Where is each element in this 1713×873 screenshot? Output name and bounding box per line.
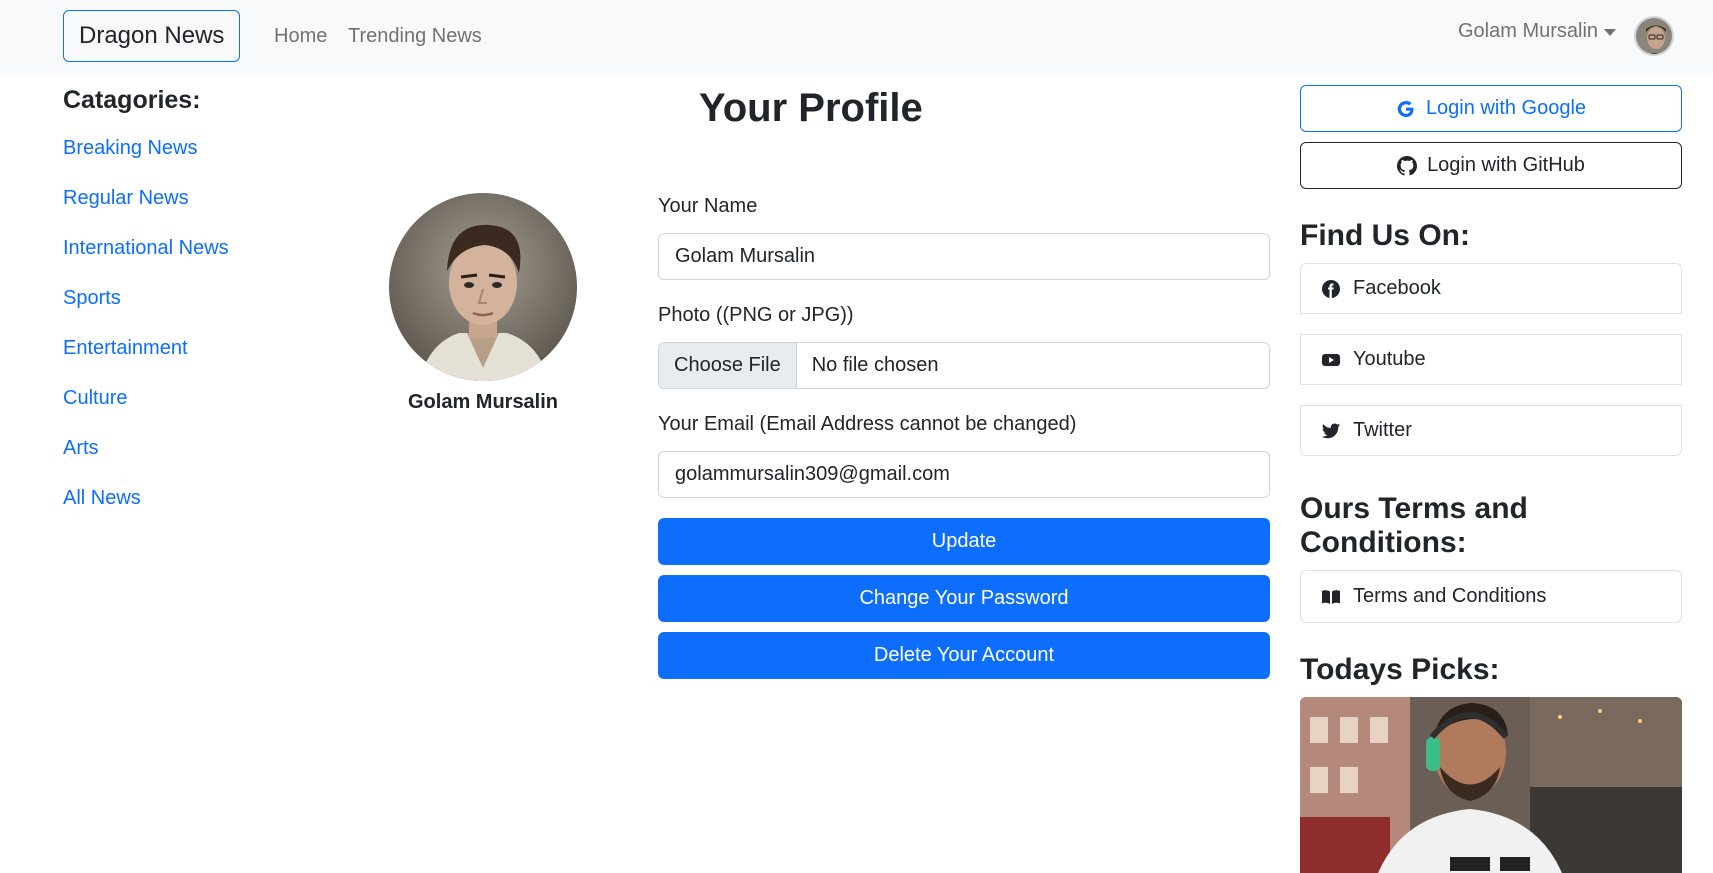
avatar[interactable] xyxy=(1634,16,1674,56)
category-culture[interactable]: Culture xyxy=(63,387,229,437)
profile-photo xyxy=(389,193,577,381)
category-breaking-news[interactable]: Breaking News xyxy=(63,137,229,187)
social-list: Facebook Youtube Twitter xyxy=(1300,263,1682,456)
login-github-button[interactable]: Login with GitHub xyxy=(1300,142,1682,189)
find-us-title: Find Us On: xyxy=(1300,219,1470,252)
terms-list: Terms and Conditions xyxy=(1300,570,1682,623)
choose-file-button[interactable]: Choose File xyxy=(659,343,797,388)
profile-form: Your Name Golam Mursalin Photo ((PNG or … xyxy=(658,195,1270,689)
right-sidebar: Login with Google Login with GitHub Find… xyxy=(1300,85,1682,873)
twitter-icon xyxy=(1321,421,1341,441)
photo-file-input[interactable]: Choose File No file chosen xyxy=(658,342,1270,389)
social-twitter-label: Twitter xyxy=(1353,419,1412,441)
social-youtube-label: Youtube xyxy=(1353,348,1426,370)
change-password-button[interactable]: Change Your Password xyxy=(658,575,1270,622)
social-facebook[interactable]: Facebook xyxy=(1300,263,1682,314)
categories-list: Breaking News Regular News International… xyxy=(63,137,229,537)
user-dropdown[interactable]: Golam Mursalin xyxy=(1458,20,1617,43)
category-international-news[interactable]: International News xyxy=(63,237,229,287)
todays-picks-title: Todays Picks: xyxy=(1300,653,1500,686)
youtube-icon xyxy=(1321,350,1341,370)
terms-link[interactable]: Terms and Conditions xyxy=(1301,571,1681,622)
todays-picks-image[interactable] xyxy=(1300,697,1682,873)
caret-down-icon xyxy=(1604,29,1617,36)
nav-home-link[interactable]: Home xyxy=(274,25,327,48)
social-twitter[interactable]: Twitter xyxy=(1300,405,1682,456)
delete-account-button[interactable]: Delete Your Account xyxy=(658,632,1270,679)
update-button[interactable]: Update xyxy=(658,518,1270,565)
login-github-label: Login with GitHub xyxy=(1427,154,1585,176)
page-title: Your Profile xyxy=(699,86,923,130)
category-regular-news[interactable]: Regular News xyxy=(63,187,229,237)
name-input[interactable]: Golam Mursalin xyxy=(658,233,1270,280)
terms-title: Ours Terms and Conditions: xyxy=(1300,492,1528,559)
social-facebook-label: Facebook xyxy=(1353,277,1441,299)
category-all-news[interactable]: All News xyxy=(63,487,229,537)
navbar: Dragon News Home Trending News Golam Mur… xyxy=(0,0,1713,75)
file-status: No file chosen xyxy=(811,354,939,376)
nav-trending-link[interactable]: Trending News xyxy=(348,25,482,48)
brand-link[interactable]: Dragon News xyxy=(63,10,241,62)
category-sports[interactable]: Sports xyxy=(63,287,229,337)
email-input[interactable]: golammursalin309@gmail.com xyxy=(658,451,1270,498)
social-youtube[interactable]: Youtube xyxy=(1300,334,1682,385)
login-google-button[interactable]: Login with Google xyxy=(1300,85,1682,132)
login-google-label: Login with Google xyxy=(1425,97,1587,119)
book-icon xyxy=(1321,587,1341,607)
category-entertainment[interactable]: Entertainment xyxy=(63,337,229,387)
profile-name: Golam Mursalin xyxy=(407,391,559,413)
user-name: Golam Mursalin xyxy=(1458,20,1599,42)
google-icon xyxy=(1396,99,1416,119)
email-label: Your Email (Email Address cannot be chan… xyxy=(658,413,1077,435)
terms-label: Terms and Conditions xyxy=(1353,585,1547,607)
photo-label: Photo ((PNG or JPG)) xyxy=(658,304,854,326)
github-icon xyxy=(1397,155,1418,176)
facebook-icon xyxy=(1321,279,1341,299)
categories-title: Catagories: xyxy=(63,86,201,114)
name-label: Your Name xyxy=(658,195,758,217)
category-arts[interactable]: Arts xyxy=(63,437,229,487)
